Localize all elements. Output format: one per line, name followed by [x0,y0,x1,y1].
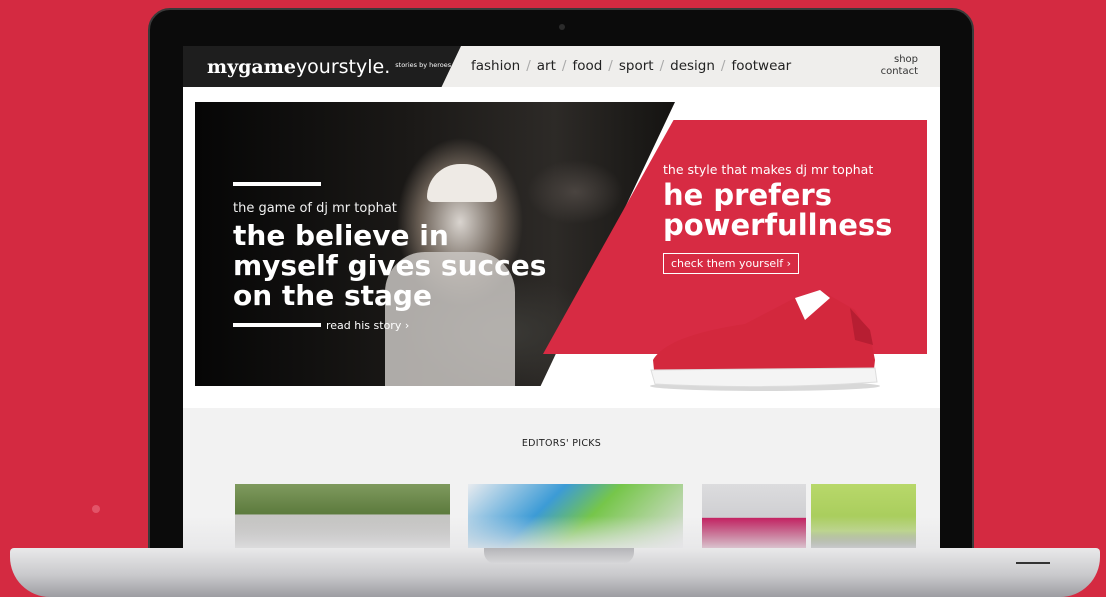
nav-item-food[interactable]: food [572,58,602,74]
nav-separator: / [659,58,665,74]
nav-separator: / [561,58,567,74]
promo-title: he prefers powerfullness [663,180,892,240]
nav-item-footwear[interactable]: footwear [731,58,791,74]
hero-title: the believe in myself gives succes on th… [233,219,547,312]
laptop-indicator [1016,562,1050,564]
nav-item-sport[interactable]: sport [619,58,654,74]
nav-item-design[interactable]: design [670,58,715,74]
browser-screen: mygameyourstyle. stories by heroes fashio… [183,46,940,551]
logo-light: yourstyle. [295,56,391,78]
editors-picks-title: EDITORS' PICKS [521,438,602,449]
camera-icon [559,24,565,30]
shop-link[interactable]: shop [881,54,918,66]
nav-separator: / [608,58,613,74]
contact-link[interactable]: contact [881,66,918,78]
laptop-notch [484,548,634,564]
nav-item-art[interactable]: art [537,58,556,74]
nav-item-fashion[interactable]: fashion [471,58,520,74]
read-story-link[interactable]: read his story › [326,319,409,332]
nav-separator: / [720,58,726,74]
site-logo[interactable]: mygameyourstyle. stories by heroes [207,56,451,78]
background-glow [92,505,100,513]
shoe-upper [653,290,875,380]
check-them-button[interactable]: check them yourself › [663,253,800,274]
hero-bar-top [233,182,321,186]
shoe-sole [650,367,878,388]
hero-kicker: the game of dj mr tophat [233,201,397,216]
nav-separator: / [526,58,531,74]
red-sneaker-image[interactable] [645,290,885,392]
utility-links: shop contact [881,54,918,78]
screen-bottom-fade [183,516,940,551]
laptop-base [10,548,1100,597]
cap-shape [427,164,497,202]
logo-bold: mygame [207,56,296,78]
promo-title-line2: powerfullness [663,208,893,242]
promo-title-line1: he prefers [663,178,832,212]
site-header: mygameyourstyle. stories by heroes fashio… [183,46,940,87]
promo-kicker: the style that makes dj mr tophat [663,162,874,177]
hero-bar-bottom [233,323,321,327]
main-nav: fashion / art / food / sport / design / … [471,58,791,74]
logo-tagline: stories by heroes [395,61,452,69]
